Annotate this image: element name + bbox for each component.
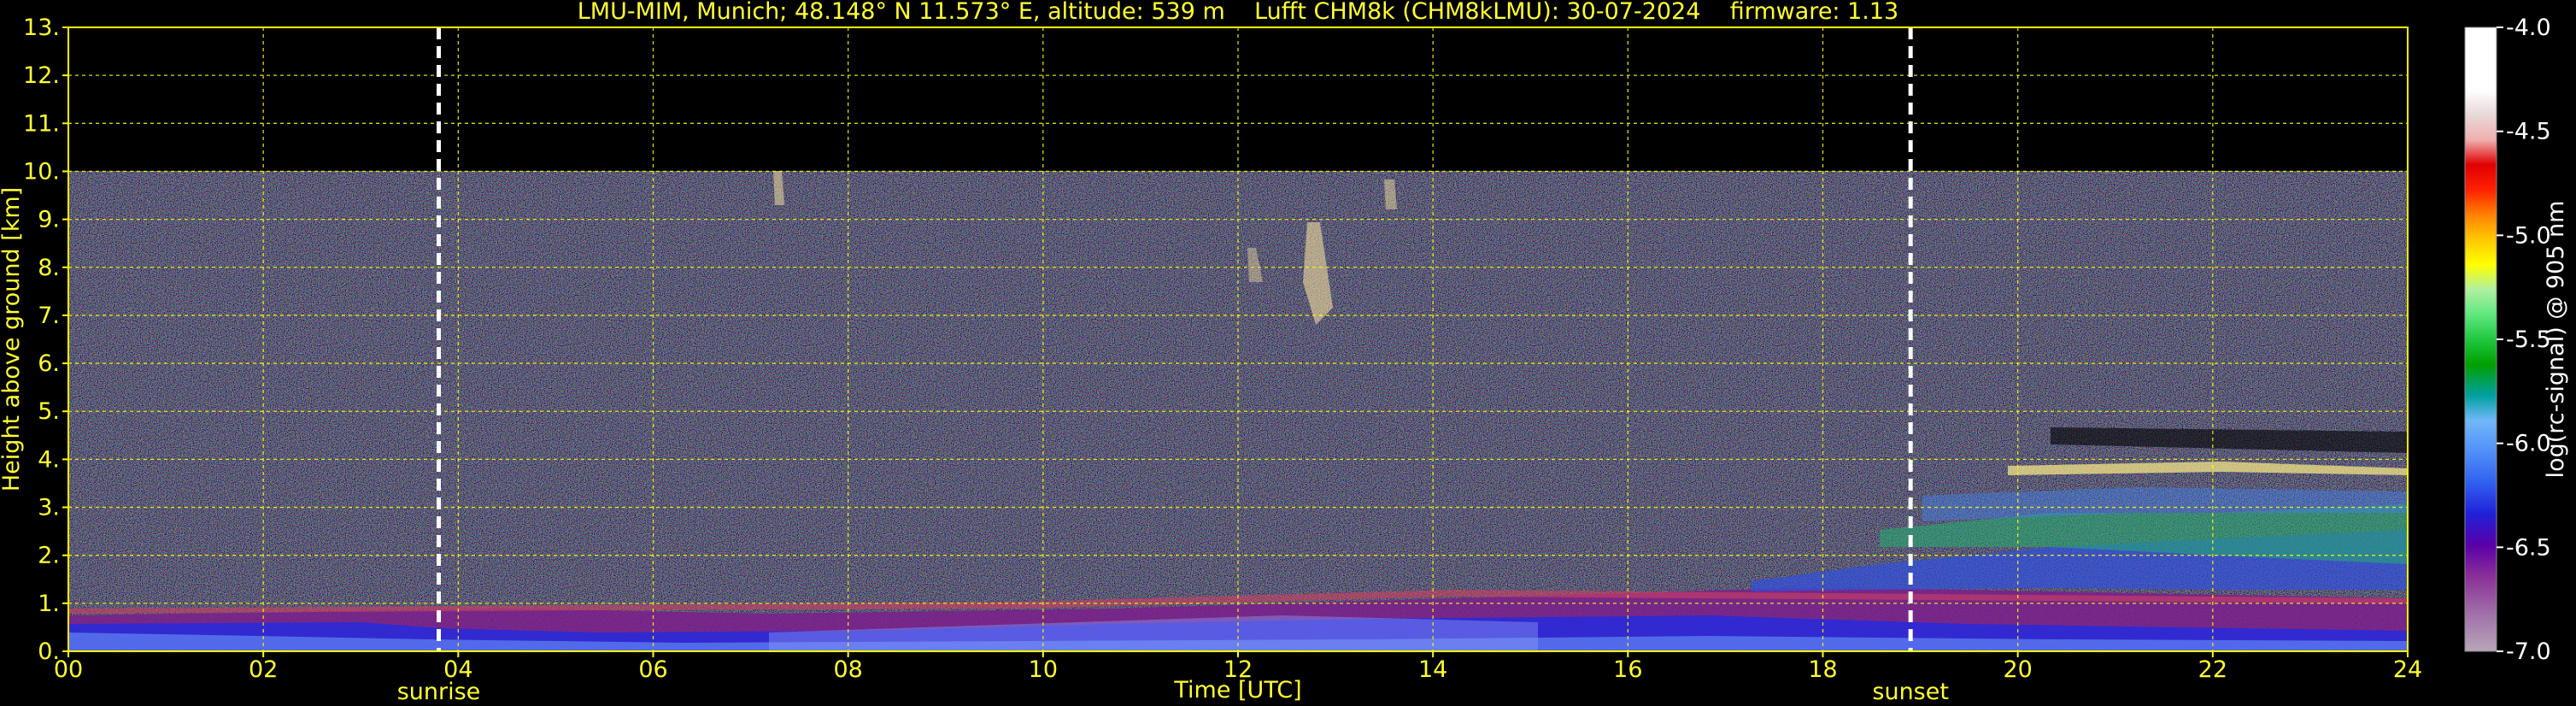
- sunset-label: sunset: [1872, 679, 1949, 705]
- x-tick-label: 18: [1808, 656, 1837, 683]
- y-tick-label: 7.: [38, 303, 60, 329]
- x-axis-label: Time [UTC]: [1173, 677, 1301, 703]
- x-tick-label: 10: [1029, 656, 1058, 683]
- x-tick-label: 22: [2198, 656, 2227, 683]
- x-tick-label: 16: [1613, 656, 1642, 683]
- y-tick-label: 8.: [38, 255, 60, 281]
- y-tick-label: 13.: [23, 15, 60, 41]
- x-tick-label: 24: [2393, 656, 2422, 683]
- y-axis-label: Height above ground [km]: [0, 187, 25, 491]
- colorbar-tick-label: -7.0: [2506, 638, 2551, 665]
- ceilometer-figure: sunrise sunset 00 02 04 06 08 10 12 14 16 18 20 22 24…: [0, 0, 2569, 705]
- y-tick-label: 1.: [38, 591, 60, 617]
- chart-title: LMU-MIM, Munich; 48.148° N 11.573° E, al…: [578, 0, 1898, 25]
- y-tick-label: 2.: [38, 543, 60, 569]
- y-tick-label: 9.: [38, 207, 60, 233]
- y-tick-label: 12.: [23, 62, 60, 89]
- y-tick-label: 10.: [23, 158, 60, 185]
- y-tick-label: 3.: [38, 495, 60, 521]
- colorbar: [2465, 27, 2497, 651]
- x-tick-label: 04: [443, 656, 472, 683]
- y-tick-label: 5.: [38, 398, 60, 425]
- x-tick-label: 20: [2003, 656, 2032, 683]
- x-tick-label: 02: [249, 656, 278, 683]
- y-tick-label: 11.: [23, 110, 60, 137]
- y-tick-label: 6.: [38, 350, 60, 377]
- y-tick-label: 4.: [38, 446, 60, 473]
- colorbar-label: log(rc-signal) @ 905 nm: [2543, 201, 2569, 479]
- y-tick-label: 0.: [38, 638, 60, 665]
- colorbar-tick-label: -4.5: [2506, 119, 2551, 145]
- x-tick-label: 08: [833, 656, 862, 683]
- x-tick-label: 14: [1418, 656, 1447, 683]
- x-tick-label: 06: [638, 656, 667, 683]
- colorbar-tick-label: -4.0: [2506, 15, 2551, 41]
- colorbar-tick-label: -6.5: [2506, 534, 2551, 561]
